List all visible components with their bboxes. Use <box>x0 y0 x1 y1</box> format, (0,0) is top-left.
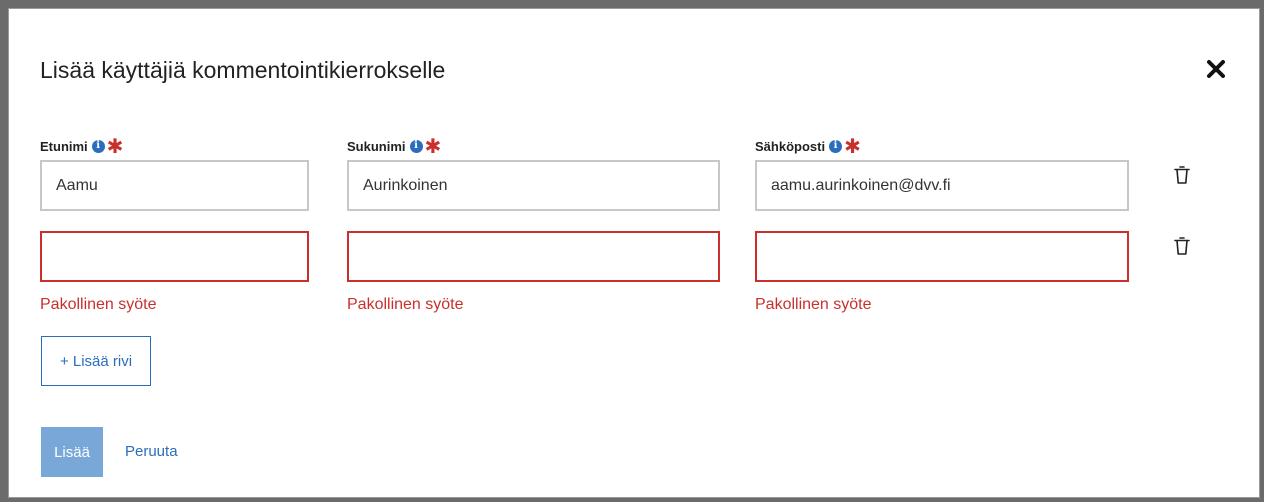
first-name-label: Etunimi i ✱ <box>40 136 124 158</box>
last-name-label: Sukunimi i ✱ <box>347 136 442 158</box>
delete-row-button[interactable] <box>1172 234 1192 258</box>
email-label: Sähköposti i ✱ <box>755 136 861 158</box>
last-name-input[interactable] <box>347 160 720 211</box>
required-asterisk-icon: ✱ <box>106 136 124 158</box>
last-name-error: Pakollinen syöte <box>347 296 464 313</box>
first-name-input[interactable] <box>40 231 309 282</box>
info-icon[interactable]: i <box>829 139 843 153</box>
close-button[interactable] <box>1203 56 1229 82</box>
last-name-label-text: Sukunimi <box>347 138 406 154</box>
trash-icon <box>1174 166 1190 184</box>
add-row-button[interactable]: + Lisää rivi <box>41 336 151 386</box>
required-asterisk-icon: ✱ <box>844 136 861 158</box>
dialog-title: Lisää käyttäjiä kommentointikierrokselle <box>40 57 446 83</box>
info-icon[interactable]: i <box>91 139 105 153</box>
last-name-input[interactable] <box>347 231 720 282</box>
required-asterisk-icon: ✱ <box>424 136 442 158</box>
email-error: Pakollinen syöte <box>755 296 872 313</box>
submit-button[interactable]: Lisää <box>41 427 103 477</box>
close-icon <box>1207 60 1225 78</box>
email-input[interactable] <box>755 231 1129 282</box>
add-users-dialog: Lisää käyttäjiä kommentointikierrokselle… <box>8 8 1260 498</box>
delete-row-button[interactable] <box>1172 163 1192 187</box>
first-name-error: Pakollinen syöte <box>40 296 157 313</box>
cancel-link[interactable]: Peruuta <box>125 443 178 460</box>
trash-icon <box>1174 237 1190 255</box>
email-input[interactable] <box>755 160 1129 211</box>
first-name-input[interactable] <box>40 160 309 211</box>
first-name-label-text: Etunimi <box>40 138 88 154</box>
email-label-text: Sähköposti <box>755 138 826 154</box>
info-icon[interactable]: i <box>409 139 423 153</box>
